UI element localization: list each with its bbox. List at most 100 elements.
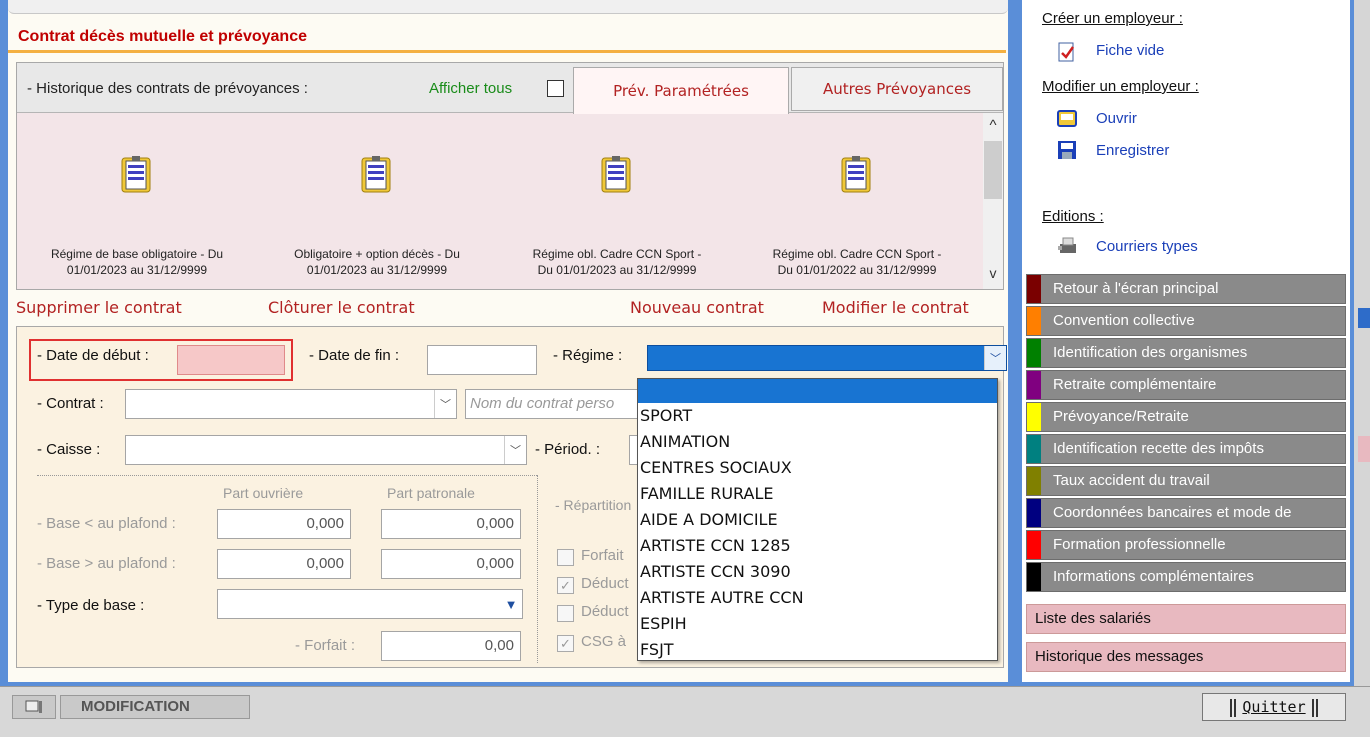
menu-item[interactable]: Retour à l'écran principal [1026, 274, 1346, 304]
courriers-types-link[interactable]: Courriers types [1096, 238, 1198, 255]
color-swatch [1027, 435, 1041, 463]
dropdown-option[interactable]: FSJT [638, 637, 997, 663]
contract-document-icon [361, 156, 391, 193]
regime-select[interactable]: ﹀ [647, 345, 1007, 371]
quit-button[interactable]: Quitter [1202, 693, 1346, 721]
chevron-down-icon[interactable]: ▼ [500, 590, 522, 618]
part-patronale-header: Part patronale [387, 485, 475, 501]
contract-caption: Régime de base obligatoire - Du 01/01/202… [50, 247, 224, 277]
type-base-label: - Type de base : [37, 597, 145, 614]
menu-item[interactable]: Identification des organismes [1026, 338, 1346, 368]
deduction-2-checkbox[interactable] [557, 605, 574, 622]
contract-caption: Régime obl. Cadre CCN Sport - Du 01/01/20… [532, 247, 702, 277]
modifier-contrat-link[interactable]: Modifier le contrat [822, 298, 969, 317]
color-swatch [1027, 275, 1041, 303]
contrat-name-input[interactable]: Nom du contrat perso [465, 389, 649, 419]
fiche-vide-link[interactable]: Fiche vide [1096, 42, 1164, 59]
dropdown-option[interactable]: ANIMATION [638, 429, 997, 455]
status-icon-button[interactable] [12, 695, 56, 719]
divider [37, 475, 537, 476]
liste-salaries-button[interactable]: Liste des salariés [1026, 604, 1346, 634]
deduction-checkbox-label: Déduct [581, 575, 629, 592]
color-swatch [1027, 371, 1041, 399]
dropdown-option[interactable]: ARTISTE CCN 3090 [638, 559, 997, 585]
menu-item[interactable]: Coordonnées bancaires et mode de [1026, 498, 1346, 528]
date-debut-label: - Date de début : [37, 347, 149, 364]
deduction-checkbox[interactable]: ✓ [557, 577, 574, 594]
dropdown-option[interactable]: SPORT [638, 403, 997, 429]
cloturer-contrat-link[interactable]: Clôturer le contrat [268, 298, 415, 317]
menu-item[interactable]: Convention collective [1026, 306, 1346, 336]
grip-left-icon [1230, 698, 1237, 717]
folder-open-icon [1057, 110, 1077, 127]
strip-marker [1358, 436, 1370, 462]
forfait-input[interactable]: 0,00 [381, 631, 521, 661]
grip-right-icon [1311, 698, 1318, 717]
date-fin-input[interactable] [427, 345, 537, 375]
dropdown-option[interactable]: AIDE A DOMICILE [638, 507, 997, 533]
section-title: Contrat décès mutuelle et prévoyance [18, 28, 307, 45]
mode-indicator: MODIFICATION [60, 695, 250, 719]
regime-dropdown-list[interactable]: SPORT ANIMATION CENTRES SOCIAUX FAMILLE … [637, 378, 998, 661]
dropdown-option[interactable]: ESPIH [638, 611, 997, 637]
scroll-down-icon[interactable]: v [983, 265, 1003, 281]
chevron-down-icon[interactable]: ﹀ [504, 436, 526, 464]
history-label: - Historique des contrats de prévoyances… [27, 80, 308, 97]
new-document-icon [1058, 42, 1075, 62]
tab-autres-prevoyances[interactable]: Autres Prévoyances [791, 67, 1003, 111]
contrat-label: - Contrat : [37, 395, 104, 412]
menu-item[interactable]: Retraite complémentaire [1026, 370, 1346, 400]
contract-item[interactable]: Régime de base obligatoire - Du 01/01/202… [17, 113, 257, 289]
type-base-select[interactable]: ▼ [217, 589, 523, 619]
base-sup-ouvriere-input[interactable]: 0,000 [217, 549, 351, 579]
part-ouvriere-header: Part ouvrière [223, 485, 304, 501]
scroll-up-icon[interactable]: ^ [983, 117, 1003, 134]
forfait-checkbox[interactable] [557, 549, 574, 566]
chevron-down-icon[interactable]: ﹀ [984, 346, 1006, 370]
dropdown-option[interactable]: ARTISTE AUTRE CCN [638, 585, 997, 611]
color-swatch [1027, 307, 1041, 335]
afficher-tous-checkbox[interactable] [547, 80, 564, 97]
chevron-down-icon[interactable]: ﹀ [434, 390, 456, 418]
period-label: - Périod. : [535, 441, 601, 458]
base-inf-patronale-input[interactable]: 0,000 [381, 509, 521, 539]
menu-item[interactable]: Informations complémentaires [1026, 562, 1346, 592]
nouveau-contrat-link[interactable]: Nouveau contrat [630, 298, 764, 317]
afficher-tous-label: Afficher tous [429, 80, 513, 97]
csg-checkbox[interactable]: ✓ [557, 635, 574, 652]
contract-list: Régime de base obligatoire - Du 01/01/202… [17, 113, 983, 289]
title-underline [8, 50, 1006, 53]
contract-item[interactable]: Obligatoire + option décès - Du 01/01/202… [257, 113, 497, 289]
strip-marker [1358, 308, 1370, 328]
color-swatch [1027, 467, 1041, 495]
enregistrer-link[interactable]: Enregistrer [1096, 142, 1169, 159]
supprimer-contrat-link[interactable]: Supprimer le contrat [16, 298, 182, 317]
menu-item[interactable]: Identification recette des impôts [1026, 434, 1346, 464]
base-inf-ouvriere-input[interactable]: 0,000 [217, 509, 351, 539]
contract-caption: Régime obl. Cadre CCN Sport - Du 01/01/20… [772, 247, 942, 277]
menu-item[interactable]: Prévoyance/Retraite [1026, 402, 1346, 432]
scroll-thumb[interactable] [984, 141, 1002, 199]
base-sup-patronale-input[interactable]: 0,000 [381, 549, 521, 579]
contrat-select[interactable]: ﹀ [125, 389, 457, 419]
date-debut-input[interactable] [177, 345, 285, 375]
dropdown-option[interactable]: CENTRES SOCIAUX [638, 455, 997, 481]
dropdown-option[interactable]: FAMILLE RURALE [638, 481, 997, 507]
forfait-checkbox-label: Forfait [581, 547, 624, 564]
contract-actions: Supprimer le contrat Clôturer le contrat… [16, 296, 1004, 324]
contract-item[interactable]: Régime obl. Cadre CCN Sport - Du 01/01/20… [497, 113, 737, 289]
menu-item[interactable]: Taux accident du travail [1026, 466, 1346, 496]
dropdown-option[interactable]: ARTISTE CCN 1285 [638, 533, 997, 559]
sidebar-content: Créer un employeur : Fiche vide Modifier… [1022, 0, 1350, 682]
menu-item[interactable]: Formation professionnelle [1026, 530, 1346, 560]
contract-document-icon [601, 156, 631, 193]
ouvrir-link[interactable]: Ouvrir [1096, 110, 1137, 127]
caisse-select[interactable]: ﹀ [125, 435, 527, 465]
tab-prev-parametrees[interactable]: Prév. Paramétrées [573, 67, 789, 114]
contract-item[interactable]: Régime obl. Cadre CCN Sport - Du 01/01/20… [737, 113, 977, 289]
base-sup-label: - Base > au plafond : [37, 555, 176, 572]
history-scrollbar[interactable]: ^ v [983, 113, 1003, 289]
contract-document-icon [121, 156, 151, 193]
dropdown-selected-blank[interactable] [638, 379, 997, 403]
historique-messages-button[interactable]: Historique des messages [1026, 642, 1346, 672]
